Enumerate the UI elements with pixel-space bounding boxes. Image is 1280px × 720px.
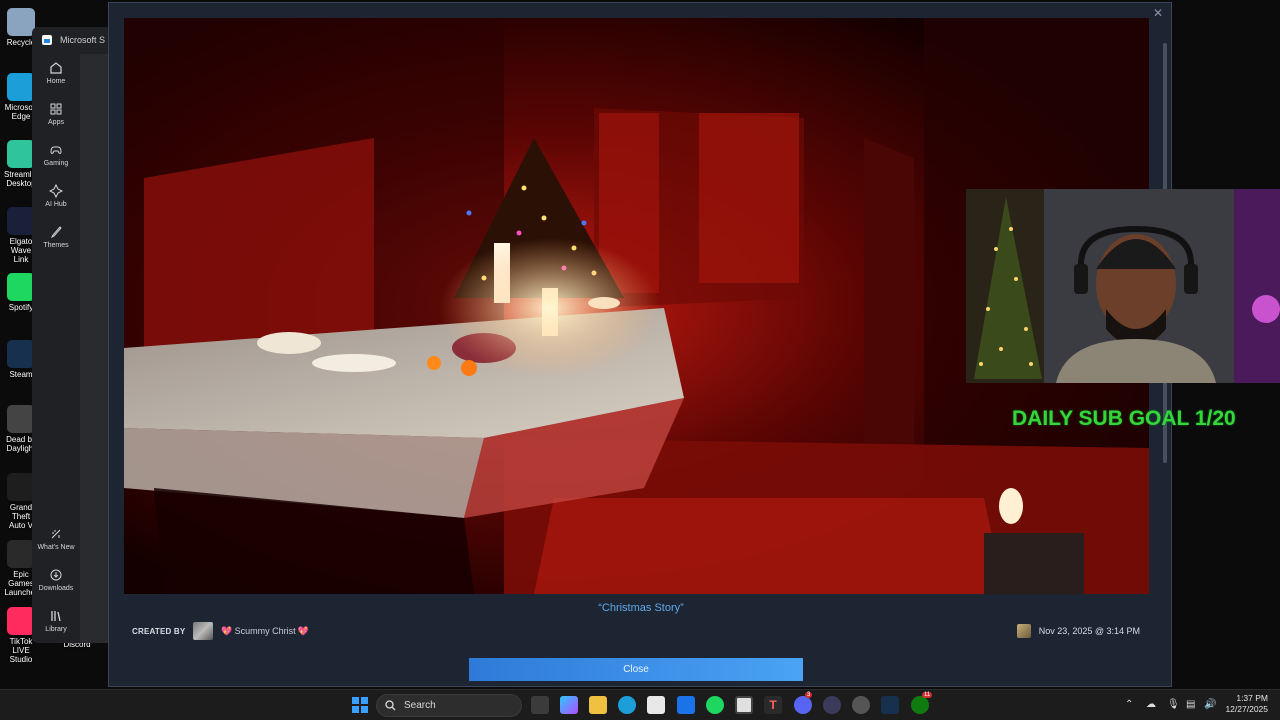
microsoft-store-window: Microsoft S Home Apps Gaming AI Hub Them…: [32, 27, 108, 643]
nav-library-label: Library: [45, 626, 67, 633]
themes-icon: [50, 226, 62, 239]
app-arrow-icon[interactable]: [823, 696, 841, 714]
app-icon: [7, 405, 35, 433]
library-icon: [51, 611, 61, 622]
discord-icon[interactable]: [794, 696, 812, 714]
store-title: Microsoft S: [60, 35, 106, 45]
nav-themes-label: Themes: [43, 242, 69, 249]
creator-avatar[interactable]: [193, 622, 214, 640]
app-wheel-icon[interactable]: [852, 696, 870, 714]
created-by-label: CREATED BY: [132, 626, 186, 636]
heart-icon: 💖: [221, 625, 233, 636]
nav-ai-hub[interactable]: AI Hub: [32, 184, 80, 208]
discord-badge: 3: [805, 692, 813, 698]
downloads-icon: [50, 569, 62, 581]
app-icon: [7, 140, 35, 168]
apps-icon: [50, 103, 62, 115]
xbox-icon[interactable]: [911, 696, 929, 714]
ai-hub-icon: [49, 184, 63, 198]
nav-gaming-label: Gaming: [43, 160, 69, 167]
nav-downloads[interactable]: Downloads: [32, 568, 80, 592]
mic-icon[interactable]: 🎙: [1167, 699, 1180, 710]
microsoft-store-taskbar-icon[interactable]: [647, 696, 665, 714]
taskbar: Search T 11 3 ⌃ ☁ 🎙 ▤ 🔊 1:37 PM 12/27/20…: [0, 689, 1280, 720]
clock-date: 12/27/2025: [1225, 704, 1268, 714]
game-avatar: [1016, 624, 1031, 638]
microsoft-store-icon: [42, 35, 52, 45]
steam-icon[interactable]: [881, 696, 899, 714]
nav-downloads-label: Downloads: [38, 585, 74, 592]
desktop-screen: Recycle Microsoft Edge Streamlabs Desktop E…: [0, 0, 1280, 720]
nav-ai-hub-label: AI Hub: [45, 201, 67, 208]
app-icon: [7, 540, 35, 568]
app-icon: [7, 473, 35, 501]
volume-icon[interactable]: 🔊: [1204, 699, 1216, 710]
screenshot-caption: “Christmas Story”: [598, 602, 684, 614]
search-icon: [385, 700, 396, 711]
app-icon: [7, 73, 35, 101]
taskbar-clock[interactable]: 1:37 PM 12/27/2025: [1225, 693, 1268, 715]
nav-library[interactable]: Library: [32, 609, 80, 633]
webcam-feed: [966, 189, 1280, 383]
task-view-icon[interactable]: [531, 696, 549, 714]
chevron-up-icon[interactable]: ⌃: [1125, 699, 1133, 710]
nav-gaming[interactable]: Gaming: [32, 143, 80, 167]
app-icon: [7, 340, 35, 368]
nav-themes[interactable]: Themes: [32, 225, 80, 249]
store-active-icon[interactable]: [735, 696, 753, 714]
close-button[interactable]: Close: [469, 658, 803, 681]
nav-home[interactable]: Home: [32, 61, 80, 85]
app-icon: [7, 207, 35, 235]
close-icon[interactable]: ✕: [1153, 6, 1163, 20]
screenshot-date-text: Nov 23, 2025 @ 3:14 PM: [1038, 626, 1140, 636]
app-icon: [7, 273, 35, 301]
creator-info: CREATED BY 💖 Scummy Christ 💖: [132, 622, 309, 640]
edge-icon[interactable]: [618, 696, 636, 714]
file-explorer-icon[interactable]: [589, 696, 607, 714]
start-icon[interactable]: [351, 696, 369, 714]
store-content-pane: [80, 54, 108, 643]
store-title-bar: Microsoft S: [42, 33, 105, 47]
webcam-overlay: [966, 189, 1280, 383]
nav-apps-label: Apps: [48, 119, 64, 126]
tf-icon[interactable]: T: [764, 696, 782, 714]
nav-whats-new[interactable]: What's New: [32, 527, 80, 551]
taskbar-search[interactable]: Search: [376, 694, 522, 717]
cloud-icon[interactable]: ☁: [1146, 699, 1156, 710]
nav-whats-new-label: What's New: [37, 544, 75, 551]
copilot-icon[interactable]: [560, 696, 578, 714]
gaming-icon: [50, 146, 62, 154]
xbox-badge: 11: [922, 692, 933, 698]
search-label: Search: [404, 700, 436, 711]
app-icon: [7, 8, 35, 36]
spotify-icon[interactable]: [706, 696, 724, 714]
network-icon[interactable]: ▤: [1186, 699, 1195, 710]
app-icon: [7, 607, 35, 635]
nav-apps[interactable]: Apps: [32, 102, 80, 126]
nav-home-label: Home: [46, 78, 66, 85]
screenshot-date: Nov 23, 2025 @ 3:14 PM: [1016, 623, 1140, 639]
home-icon: [50, 62, 62, 74]
creator-name[interactable]: Scummy Christ: [235, 626, 296, 636]
mail-icon[interactable]: [677, 696, 695, 714]
sub-goal-text: DAILY SUB GOAL 1/20: [1012, 407, 1236, 430]
whats-new-icon: [51, 529, 61, 539]
heart-icon: 💖: [297, 625, 309, 636]
clock-time: 1:37 PM: [1236, 693, 1268, 703]
